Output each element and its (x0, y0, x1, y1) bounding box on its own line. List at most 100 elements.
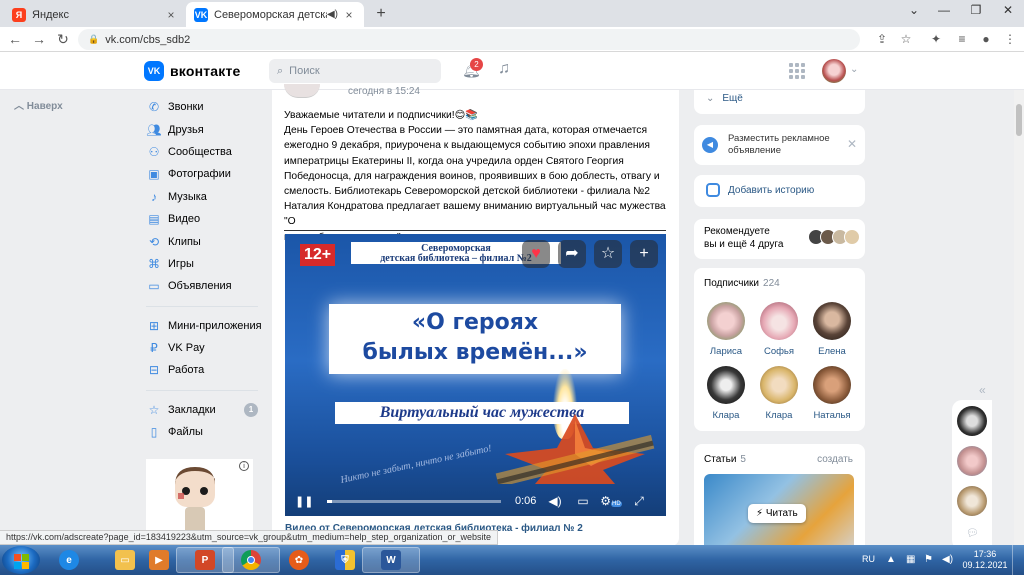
subscriber-item[interactable]: Клара (703, 366, 749, 421)
show-desktop-button[interactable] (1012, 545, 1024, 575)
volume-icon[interactable]: ◀) (541, 494, 569, 508)
share-icon[interactable]: ⇪ (874, 32, 890, 48)
reading-list-icon[interactable]: ≡ (954, 32, 970, 48)
favorite-star-icon[interactable]: ☆ (594, 240, 622, 268)
volume-tray-icon[interactable]: ◀) (942, 554, 953, 565)
scrollbar-thumb[interactable] (1016, 104, 1022, 136)
scroll-top-link[interactable]: ︿ Наверх (14, 97, 63, 112)
clock-time: 17:36 (973, 549, 997, 559)
music-note-icon[interactable]: ♫ (498, 60, 510, 78)
subscribers-header[interactable]: Подписчики 224 (704, 278, 780, 289)
article-cover-image[interactable]: ⚡ Читать (704, 474, 854, 554)
fullscreen-icon[interactable]: ⤢ (625, 494, 653, 509)
recommend-line1: Рекомендуете (704, 226, 770, 237)
chrome-icon (241, 550, 261, 570)
menu-item-ads[interactable]: ▭ Объявления (146, 275, 264, 297)
chat-avatar[interactable] (957, 406, 987, 436)
menu-item-work[interactable]: ⊟ Работа (146, 359, 264, 381)
browser-tabstrip: Я Яндекс × VK Североморская детская биб … (0, 0, 1024, 27)
flag-icon[interactable]: ⚑ (924, 554, 933, 565)
subscriber-item[interactable]: Лариса (703, 302, 749, 357)
subscriber-item[interactable]: Елена (809, 302, 855, 357)
close-tab-icon[interactable]: × (342, 8, 356, 22)
age-rating-badge: 12+ (300, 244, 336, 266)
notifications-bell-icon[interactable]: 🔔︎ 2 (462, 58, 483, 79)
menu-item-mini-apps[interactable]: ⊞ Мини-приложения (146, 315, 264, 337)
menu-item-video[interactable]: ▤ Видео (146, 208, 264, 230)
taskbar-ie[interactable]: e (40, 547, 98, 573)
recommend-card[interactable]: Рекомендуете вы и ещё 4 друга (694, 219, 865, 259)
ad-promo-text: Разместить рекламное объявление (728, 133, 830, 156)
add-story-card[interactable]: Добавить историю (694, 175, 865, 207)
chat-avatar[interactable] (957, 486, 987, 516)
network-icon[interactable]: ▦ (906, 554, 915, 565)
menu-item-communities[interactable]: ⚇ Сообщества (146, 141, 264, 163)
menu-item-files[interactable]: ▯ Файлы (146, 421, 264, 443)
tab-yandex[interactable]: Я Яндекс × (4, 2, 186, 27)
create-article-link[interactable]: создать (817, 454, 853, 465)
services-grid-icon[interactable] (789, 63, 805, 79)
collapse-chats-icon[interactable]: « (979, 383, 986, 397)
subscriber-avatar (760, 302, 798, 340)
menu-item-vkpay[interactable]: ₽ VK Pay (146, 337, 264, 359)
reload-icon[interactable]: ↻ (54, 31, 72, 49)
close-tab-icon[interactable]: × (164, 8, 178, 22)
speaker-icon[interactable]: ◀) (327, 9, 338, 20)
subscriber-item[interactable]: Софья (756, 302, 802, 357)
page-scrollbar[interactable] (1014, 90, 1024, 545)
pause-icon[interactable]: ❚❚ (295, 495, 319, 508)
new-tab-button[interactable]: + (372, 5, 390, 23)
restore-icon[interactable]: ❐ (960, 0, 992, 22)
share-arrow-icon[interactable]: ➦ (558, 240, 586, 268)
ad-promo-card[interactable]: ◀ Разместить рекламное объявление ✕ (694, 125, 865, 165)
profile-icon[interactable]: ● (978, 32, 994, 48)
url-input[interactable]: 🔒 vk.com/cbs_sdb2 (78, 29, 860, 50)
lock-icon[interactable]: 🔒 (88, 34, 99, 45)
taskbar-clock[interactable]: 17:36 09.12.2021 (962, 549, 1008, 571)
like-heart-icon[interactable]: ♥ (522, 240, 550, 268)
more-link[interactable]: ⌄ Ещё (706, 93, 751, 104)
video-progress-bar[interactable] (327, 499, 501, 503)
close-icon[interactable]: ✕ (847, 137, 857, 151)
menu-item-music[interactable]: ♪ Музыка (146, 186, 264, 208)
info-icon[interactable]: i (239, 461, 249, 471)
menu-item-calls[interactable]: ✆ Звонки (146, 96, 264, 118)
menu-item-clips[interactable]: ⟲ Клипы (146, 230, 264, 252)
settings-gear-icon[interactable]: ⚙HD (597, 494, 625, 508)
post-time[interactable]: сегодня в 15:24 (348, 86, 420, 97)
menu-item-games[interactable]: ⌘ Игры (146, 253, 264, 275)
post-author-avatar[interactable] (284, 84, 320, 98)
add-plus-icon[interactable]: + (630, 240, 658, 268)
menu-item-friends[interactable]: 👥︎ Друзья (146, 118, 264, 140)
minimize-icon[interactable]: — (928, 0, 960, 22)
subscriber-item[interactable]: Клара (756, 366, 802, 421)
tray-expand-icon[interactable]: ▲ (886, 554, 896, 565)
search-input[interactable]: ⌕ Поиск (269, 59, 441, 83)
articles-header[interactable]: Статьи 5 (704, 454, 746, 465)
chat-bubble-icon[interactable]: 💬︎ (966, 528, 979, 539)
extensions-icon[interactable]: ✦ (928, 32, 944, 48)
forward-arrow-icon[interactable]: → (30, 31, 48, 49)
chat-avatar[interactable] (957, 446, 987, 476)
menu-item-bookmarks[interactable]: ☆ Закладки 1 (146, 399, 264, 421)
back-arrow-icon[interactable]: ← (6, 31, 24, 49)
taskbar-word[interactable]: W (362, 547, 420, 573)
start-button[interactable] (2, 546, 40, 574)
close-window-icon[interactable]: ✕ (992, 0, 1024, 22)
miniplayer-icon[interactable]: ▭ (569, 494, 597, 508)
menu-label: Объявления (168, 280, 232, 293)
language-indicator[interactable]: RU (862, 554, 875, 564)
menu-icon[interactable]: ⋮ (1002, 32, 1018, 48)
subscriber-item[interactable]: Наталья (809, 366, 855, 421)
vk-logo[interactable]: VK вконтакте (144, 61, 241, 81)
read-button[interactable]: ⚡ Читать (748, 504, 806, 523)
menu-item-photos[interactable]: ▣ Фотографии (146, 163, 264, 185)
tab-vk[interactable]: VK Североморская детская биб ◀) × (186, 2, 364, 27)
ad-banner[interactable]: i (146, 459, 253, 535)
chevron-down-icon[interactable]: ⌄ (850, 64, 858, 75)
user-avatar[interactable] (822, 59, 846, 83)
tab-search-icon[interactable]: ⌄ (898, 0, 930, 22)
video-player[interactable]: 12+ Североморская детская библиотека – ф… (285, 234, 666, 516)
bookmark-star-icon[interactable]: ☆ (898, 32, 914, 48)
post-divider (284, 230, 666, 231)
